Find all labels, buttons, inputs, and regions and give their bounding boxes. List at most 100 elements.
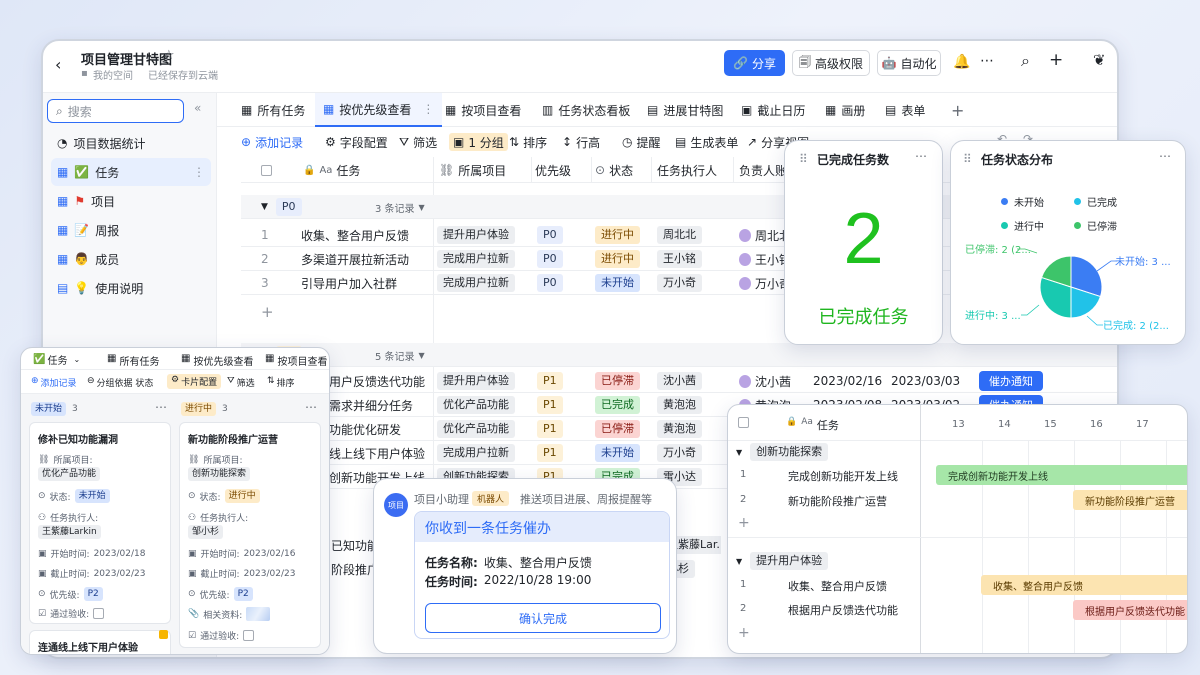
share-button[interactable]: 🔗 分享 (724, 50, 785, 76)
sidebar-item-projects[interactable]: ▦ ⚑ 项目 (51, 187, 211, 215)
sidebar-item-weekly[interactable]: ▦ 📝 周报 (51, 216, 211, 244)
select-all-checkbox[interactable] (738, 417, 749, 431)
status-tag: 未开始 (595, 444, 640, 462)
tab-by-priority[interactable]: ▦ 按优先级查看 (181, 353, 253, 368)
col-status[interactable]: ⊙ 状态 (595, 157, 633, 183)
view-switcher[interactable]: ✅ 任务 ⌄ (33, 352, 80, 367)
sidebar-item-stats[interactable]: ◔ 项目数据统计 (51, 129, 211, 157)
tab-gallery[interactable]: ▦ 画册 (825, 93, 865, 127)
project-tag: 创新功能探索 (188, 467, 251, 481)
gantt-bar[interactable]: 收集、整合用户反馈 (981, 575, 1187, 595)
tab-all-tasks[interactable]: ▦ 所有任务 (241, 93, 305, 127)
gantt-group-header[interactable]: ▼ 创新功能探索 (736, 443, 829, 461)
group-header-p1[interactable]: ▼P1 5 条记录▼ (241, 343, 1117, 367)
search-placeholder: 搜索 (67, 104, 92, 119)
gantt-task-name[interactable]: 根据用户反馈迭代功能 (788, 602, 898, 618)
generate-form-button[interactable]: ▤ 生成表单 (675, 133, 738, 151)
filter-button[interactable]: ⛛ 筛选 (227, 376, 255, 389)
accept-checkbox[interactable] (243, 630, 255, 641)
filter-button[interactable]: ⛛ 筛选 (399, 133, 437, 151)
group-by-button[interactable]: ⊖ 分组依据 状态 (87, 376, 153, 389)
sort-button[interactable]: ⇅ 排序 (267, 376, 295, 389)
metric-caption: 已完成任务 (818, 307, 909, 328)
save-status: 已经保存到云端 (148, 71, 218, 82)
drag-handle-icon[interactable]: ⠿ (799, 152, 808, 166)
table-row[interactable]: 用户反馈迭代功能 提升用户体验 P1 已停滞 沈小茜 沈小茜 2023/02/16 2023/… (241, 369, 1117, 393)
automation-button[interactable]: 🤖 自动化 (877, 50, 941, 76)
tab-by-project[interactable]: ▦ 按项目查看 (265, 353, 327, 368)
tab-calendar[interactable]: ▣ 截止日历 (741, 93, 805, 127)
avatar (739, 276, 751, 290)
gantt-bar[interactable]: 新功能阶段推广运营 (1073, 490, 1187, 510)
back-arrow-icon[interactable]: ‹ (55, 55, 61, 74)
select-all-checkbox[interactable] (261, 164, 272, 176)
account-name: 沈小茜 (754, 374, 791, 389)
tab-gantt[interactable]: ▤ 进展甘特图 (647, 93, 723, 127)
permission-button[interactable]: 🗐 高级权限 (792, 50, 870, 76)
more-icon[interactable]: ⋮ (422, 102, 434, 116)
add-row-icon[interactable]: + (261, 302, 274, 322)
breadcrumb-space[interactable]: 我的空间 (93, 67, 133, 82)
col-assignee[interactable]: 任务执行人 (657, 157, 717, 183)
col-task[interactable]: 🔒 Aa 任务 (786, 417, 839, 433)
project-tag: 优化产品功能 (437, 420, 515, 438)
add-record-button[interactable]: ⊕ 添加记录 (241, 133, 303, 151)
tab-by-priority[interactable]: ▦ 按优先级查看 ⋮ (315, 93, 443, 127)
task-name: 功能优化研发 (329, 422, 402, 437)
gantt-day-label: 16 (1090, 419, 1103, 430)
select-field-icon: ⊙ (188, 491, 196, 501)
add-row-icon[interactable]: + (738, 515, 750, 531)
add-icon[interactable]: + (1049, 50, 1063, 70)
person-icon: 👨 (74, 252, 90, 266)
priority-tag: P2 (233, 587, 253, 601)
sidebar-item-tasks[interactable]: ▦ ✅ 任务 ⋮ (51, 158, 211, 186)
remind-button[interactable]: 催办通知 (979, 371, 1043, 391)
search-input[interactable]: ⌕ 搜索 (47, 99, 184, 123)
collapse-icon[interactable]: « (194, 101, 201, 115)
assignee-tag: 黄泡泡 (657, 420, 702, 438)
tab-all-tasks[interactable]: ▦ 所有任务 (107, 353, 159, 368)
kanban-card[interactable]: 新功能阶段推广运营 ⛓ 所属项目: 创新功能探索 ⊙ 状态: 进行中 ⚇ 任务执行人: … (179, 422, 321, 648)
metric-value: 2 (843, 199, 884, 279)
add-view-icon[interactable]: + (951, 93, 964, 127)
sort-icon: ⇅ (267, 376, 275, 386)
kanban-card[interactable]: 连通线上线下用户体验 (29, 630, 171, 654)
row-height-button[interactable]: ↕ 行高 (562, 133, 600, 151)
gantt-bar[interactable]: 根据用户反馈迭代功能 (1073, 600, 1187, 620)
tab-form[interactable]: ▤ 表单 (885, 93, 925, 127)
card-title: 修补已知功能漏洞 (38, 435, 118, 446)
more-icon[interactable]: ⋯ (305, 400, 317, 414)
tab-kanban[interactable]: ▥ 任务状态看板 (542, 93, 630, 127)
field-config-button[interactable]: ⚙ 字段配置 (325, 133, 388, 151)
accept-checkbox[interactable] (93, 608, 105, 619)
kanban-card[interactable]: 修补已知功能漏洞 ⛓ 所属项目: 优化产品功能 ⊙ 状态: 未开始 ⚇ 任务执行人: 王… (29, 422, 171, 624)
tab-by-project[interactable]: ▦ 按项目查看 (445, 93, 521, 127)
filter-icon: ⛛ (399, 134, 410, 149)
search-icon[interactable]: ⌕ (1021, 51, 1030, 71)
bell-icon[interactable]: 🔔 (953, 54, 970, 70)
col-task[interactable]: 🔒 Aa 任务 (303, 157, 360, 183)
col-priority[interactable]: 优先级 (535, 157, 571, 183)
sidebar-item-guide[interactable]: ▤ 💡 使用说明 (51, 274, 211, 302)
col-project[interactable]: ⛓ 所属项目 (439, 157, 506, 183)
sort-button[interactable]: ⇅ 排序 (509, 133, 547, 151)
reminder-button[interactable]: ◷ 提醒 (622, 133, 661, 151)
gantt-task-name[interactable]: 完成创新功能开发上线 (788, 468, 898, 484)
more-icon[interactable]: ⋯ (980, 53, 994, 69)
field-accept: ☑ 通过验收: (38, 607, 105, 620)
attachment-thumbnail[interactable] (246, 607, 271, 621)
gantt-bar[interactable]: 完成创新功能开发上线 (936, 465, 1187, 485)
sidebar-item-members[interactable]: ▦ 👨 成员 (51, 245, 211, 273)
more-icon[interactable]: ⋮ (193, 165, 205, 179)
gantt-group-header[interactable]: ▼ 提升用户体验 (736, 552, 829, 570)
gantt-task-name[interactable]: 新功能阶段推广运营 (788, 493, 887, 509)
star-icon[interactable]: ☆ (163, 48, 175, 63)
confirm-button[interactable]: 确认完成 (425, 603, 661, 633)
group-button[interactable]: ▣ 1 分组 (449, 133, 508, 151)
add-row-icon[interactable]: + (738, 625, 750, 641)
more-icon[interactable]: ⋯ (915, 149, 927, 163)
card-config-button[interactable]: ⚙ 卡片配置 (167, 374, 222, 389)
more-icon[interactable]: ⋯ (155, 400, 167, 414)
gantt-task-name[interactable]: 收集、整合用户反馈 (788, 578, 887, 594)
add-record-button[interactable]: ⊕ 添加记录 (31, 376, 77, 389)
